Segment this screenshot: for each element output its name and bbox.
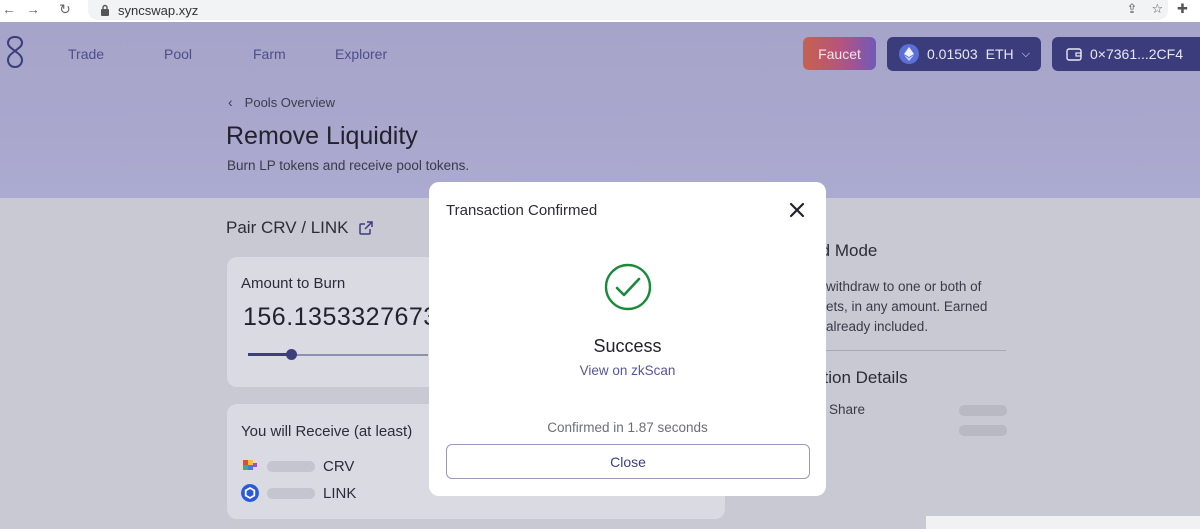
success-status: Success — [593, 336, 662, 356]
external-link-icon[interactable] — [358, 221, 373, 235]
ethereum-icon — [899, 44, 919, 64]
link-symbol: LINK — [323, 484, 357, 502]
token-row-link: LINK — [241, 484, 356, 502]
nav-explorer[interactable]: Explorer — [335, 46, 387, 62]
wallet-button[interactable]: 0×7361...2CF4 — [1052, 37, 1200, 71]
transaction-confirmed-modal: Transaction Confirmed Success View on zk… — [429, 182, 826, 496]
details-heading: ction Details — [815, 368, 908, 387]
pair-label: Pair CRV / LINK — [226, 218, 349, 237]
lock-icon — [101, 4, 109, 16]
crv-token-icon — [243, 460, 257, 470]
browser-toolbar: ← → ↻ syncswap.xyz ⇪ ☆ ✚ — [0, 0, 1200, 22]
page-title: Remove Liquidity — [226, 122, 418, 150]
slider-fill — [248, 353, 291, 356]
mode-text-line-1: withdraw to one or both of — [826, 279, 982, 294]
nav-trade[interactable]: Trade — [68, 46, 104, 62]
link-amount-placeholder — [267, 487, 315, 499]
mode-text-line-3: already included. — [826, 319, 929, 334]
nav-farm[interactable]: Farm — [253, 46, 286, 62]
page-subtitle: Burn LP tokens and receive pool tokens. — [227, 158, 470, 173]
address-bar[interactable]: syncswap.xyz — [88, 0, 1168, 20]
eth-symbol: ETH — [985, 46, 1014, 62]
confirmation-time: Confirmed in 1.87 seconds — [547, 420, 708, 435]
syncswap-logo-icon[interactable] — [4, 34, 26, 70]
success-check-icon — [604, 263, 652, 311]
modal-title: Transaction Confirmed — [446, 202, 598, 219]
extensions-icon[interactable]: ✚ — [1177, 1, 1188, 17]
pair-heading: Pair CRV / LINK — [226, 218, 373, 238]
share-value-placeholder — [959, 405, 1007, 416]
share-label: Share — [829, 402, 866, 417]
app-header: Trade Pool Farm Explorer Faucet 0.01503 … — [0, 22, 1200, 198]
crv-symbol: CRV — [323, 457, 355, 475]
slider-thumb[interactable] — [286, 349, 297, 360]
chevron-left-icon: ‹ — [228, 94, 233, 110]
amount-to-burn-value[interactable]: 156.1353327673 — [243, 303, 438, 332]
faucet-button[interactable]: Faucet — [803, 37, 876, 70]
burn-slider[interactable] — [248, 349, 428, 360]
bookmark-star-icon[interactable]: ☆ — [1151, 1, 1163, 17]
chevron-down-icon: ⌵ — [1021, 47, 1030, 60]
view-on-zkscan-link[interactable]: View on zkScan — [429, 363, 826, 378]
reload-icon[interactable]: ↻ — [56, 0, 74, 18]
pools-overview-label: Pools Overview — [244, 94, 335, 110]
link-token-icon — [241, 484, 259, 502]
side-divider — [826, 350, 1006, 351]
eth-balance: 0.01503 — [927, 46, 978, 62]
wallet-address: 0×7361...2CF4 — [1090, 46, 1184, 62]
amount-to-burn-label: Amount to Burn — [241, 275, 346, 292]
back-arrow-icon[interactable]: ← — [0, 0, 18, 18]
network-balance-button[interactable]: 0.01503 ETH ⌵ — [887, 37, 1041, 71]
receive-label: You will Receive (at least) — [241, 423, 413, 440]
crv-amount-placeholder — [267, 460, 315, 472]
mode-text-line-2: ets, in any amount. Earned — [826, 299, 988, 314]
wallet-icon — [1066, 48, 1082, 61]
detail-value-placeholder — [959, 425, 1007, 436]
close-button[interactable]: Close — [446, 444, 810, 479]
token-row-crv: CRV — [241, 457, 354, 475]
nav-pool[interactable]: Pool — [164, 46, 192, 62]
back-to-pools-link[interactable]: ‹ Pools Overview — [228, 94, 335, 110]
page-footer-edge — [926, 516, 1200, 529]
share-icon[interactable]: ⇪ — [1127, 1, 1138, 17]
close-icon[interactable] — [788, 201, 806, 219]
url-text: syncswap.xyz — [118, 2, 199, 18]
forward-arrow-icon[interactable]: → — [24, 0, 42, 18]
